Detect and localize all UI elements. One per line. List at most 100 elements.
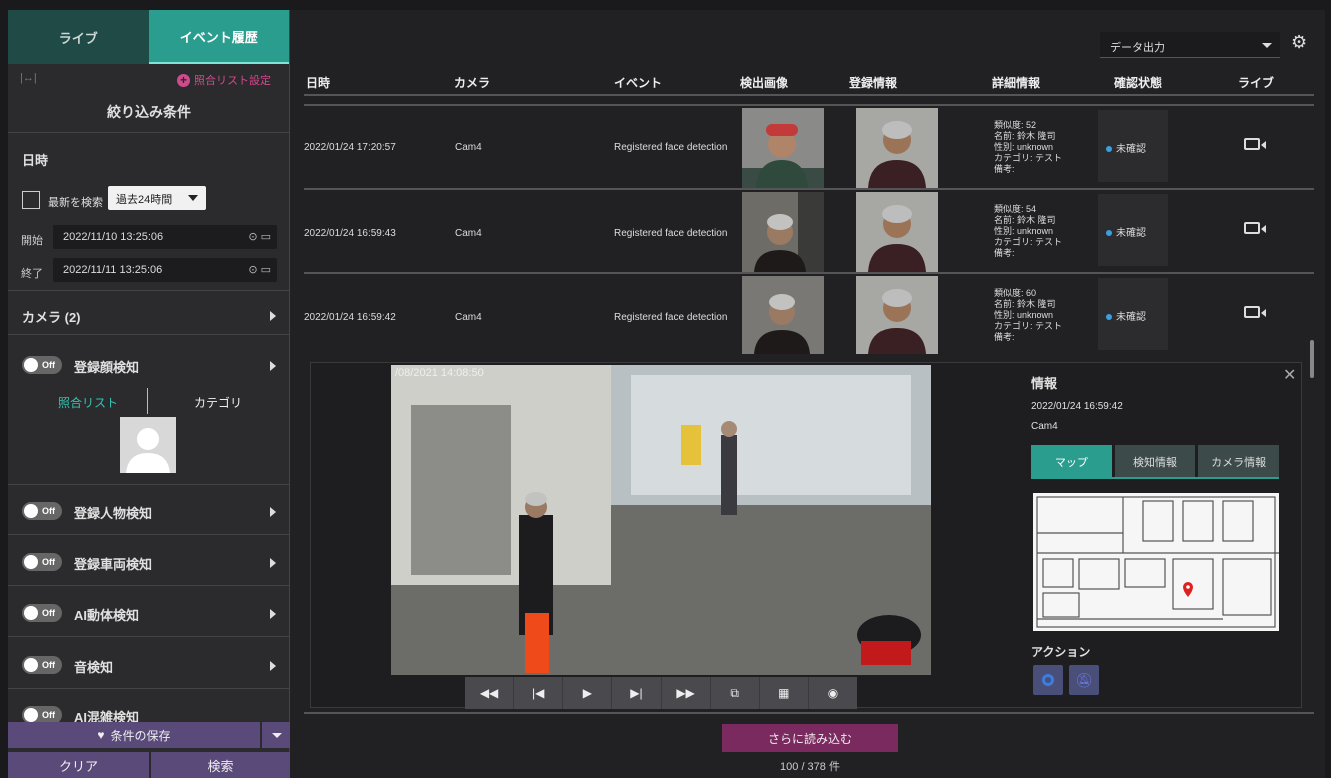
- match-list-setting-label: 照合リスト設定: [194, 75, 271, 87]
- start-datetime-field[interactable]: 2022/11/10 13:25:06 ⊙ ▭: [53, 225, 277, 249]
- chevron-right-icon: [270, 361, 276, 371]
- period-select[interactable]: 過去24時間: [108, 186, 206, 210]
- datetime-section-title: 日時: [22, 153, 49, 168]
- col-header-live: ライブ: [1238, 76, 1275, 90]
- row-event: Registered face detection: [614, 142, 728, 153]
- action-title: アクション: [1031, 645, 1091, 659]
- registered-face-thumbnail[interactable]: [856, 192, 938, 272]
- row-event: Registered face detection: [614, 228, 728, 239]
- divider: [147, 388, 148, 414]
- registered-face-thumbnail[interactable]: [856, 108, 938, 188]
- table-row[interactable]: 2022/01/24 17:20:57 Cam4 Registered face…: [304, 106, 1314, 190]
- chevron-right-icon: [270, 311, 276, 321]
- chevron-right-icon: [270, 558, 276, 568]
- detected-face-thumbnail[interactable]: [742, 108, 824, 188]
- rewind-icon[interactable]: ◀◀: [465, 677, 515, 709]
- data-output-select[interactable]: データ出力: [1100, 32, 1280, 58]
- floor-map[interactable]: [1033, 493, 1279, 631]
- person-detect-row[interactable]: Off 登録人物検知: [8, 486, 290, 536]
- person-detect-toggle[interactable]: Off: [22, 502, 62, 520]
- fast-forward-icon[interactable]: ▶▶: [662, 677, 711, 709]
- snapshot-camera-icon[interactable]: ◉: [809, 677, 857, 709]
- row-datetime: 2022/01/24 16:59:42: [304, 312, 396, 323]
- video-player[interactable]: /08/2021 14:08:50: [391, 365, 931, 675]
- end-datetime-field[interactable]: 2022/11/11 13:25:06 ⊙ ▭: [53, 258, 277, 282]
- vehicle-detect-toggle[interactable]: Off: [22, 553, 62, 571]
- status-dot-icon: [1106, 146, 1112, 152]
- close-icon[interactable]: ✕: [1283, 365, 1296, 385]
- film-clip-icon[interactable]: ▦: [760, 677, 809, 709]
- tab-detection-info[interactable]: 検知情報: [1114, 445, 1196, 479]
- external-link-icon[interactable]: ⧉: [711, 677, 760, 709]
- row-event: Registered face detection: [614, 312, 728, 323]
- face-detect-toggle[interactable]: Off: [22, 356, 62, 374]
- chevron-down-icon: [1262, 43, 1272, 48]
- save-conditions-button[interactable]: ♥ 条件の保存: [8, 722, 260, 748]
- chevron-right-icon: [270, 661, 276, 671]
- face-detect-row[interactable]: Off 登録顔検知: [8, 340, 290, 390]
- ai-crowd-row[interactable]: Off AI混雑検知: [8, 692, 290, 725]
- detected-face-thumbnail[interactable]: [742, 192, 824, 272]
- gear-icon[interactable]: ⚙: [1291, 32, 1307, 53]
- col-header-camera[interactable]: カメラ: [454, 74, 490, 91]
- table-row[interactable]: 2022/01/24 16:59:42 Cam4 Registered face…: [304, 274, 1314, 354]
- ai-motion-row[interactable]: Off AI動体検知: [8, 588, 290, 638]
- load-more-button[interactable]: さらに読み込む: [722, 724, 898, 752]
- video-camera-icon[interactable]: [1244, 222, 1266, 234]
- collapse-panel-icon[interactable]: |↔|: [20, 72, 37, 84]
- save-dropdown-button[interactable]: [261, 722, 290, 748]
- detected-face-thumbnail[interactable]: [742, 276, 824, 354]
- ai-motion-toggle[interactable]: Off: [22, 604, 62, 622]
- row-camera: Cam4: [455, 142, 482, 153]
- action-mute-button[interactable]: 🔕︎: [1069, 665, 1099, 695]
- tab-event-history[interactable]: イベント履歴: [148, 10, 289, 64]
- col-header-detected-image: 検出画像: [740, 76, 789, 90]
- skip-forward-icon[interactable]: ▶|: [612, 677, 662, 709]
- status-badge[interactable]: 未確認: [1098, 194, 1168, 266]
- start-label: 開始: [21, 235, 43, 247]
- status-badge[interactable]: 未確認: [1098, 110, 1168, 182]
- ai-motion-label: AI動体検知: [74, 608, 140, 623]
- chevron-right-icon: [270, 609, 276, 619]
- plus-icon: +: [177, 73, 190, 87]
- sound-detect-label: 音検知: [74, 660, 114, 675]
- skip-back-icon[interactable]: |◀: [514, 677, 564, 709]
- avatar-placeholder[interactable]: [120, 417, 176, 473]
- match-list-setting-button[interactable]: + 照合リスト設定: [177, 72, 271, 88]
- registered-face-thumbnail[interactable]: [856, 276, 938, 354]
- info-camera: Cam4: [1031, 421, 1058, 432]
- divider: [304, 712, 1314, 714]
- col-header-datetime[interactable]: 日時: [306, 74, 330, 91]
- latest-search-checkbox[interactable]: [22, 191, 40, 209]
- action-confirm-button[interactable]: [1033, 665, 1063, 695]
- tab-match-list[interactable]: 照合リスト: [58, 394, 118, 411]
- status-dot-icon: [1106, 230, 1112, 236]
- tab-category[interactable]: カテゴリ: [194, 394, 242, 411]
- divider: [8, 636, 290, 637]
- filter-title: 絞り込み条件: [107, 104, 191, 120]
- clock-calendar-icon[interactable]: ⊙ ▭: [248, 230, 271, 243]
- scrollbar[interactable]: [1310, 340, 1314, 378]
- video-camera-icon[interactable]: [1244, 138, 1266, 150]
- vehicle-detect-row[interactable]: Off 登録車両検知: [8, 537, 290, 587]
- tab-map[interactable]: マップ: [1031, 445, 1112, 479]
- col-header-event[interactable]: イベント: [614, 74, 662, 91]
- play-icon[interactable]: ▶: [563, 677, 613, 709]
- info-title: 情報: [1031, 376, 1058, 391]
- col-header-status[interactable]: 確認状態: [1114, 74, 1162, 91]
- status-dot-icon: [1106, 314, 1112, 320]
- clock-calendar-icon[interactable]: ⊙ ▭: [248, 263, 271, 276]
- status-badge[interactable]: 未確認: [1098, 278, 1168, 350]
- tab-live[interactable]: ライブ: [8, 10, 149, 64]
- info-tabs: マップ 検知情報 カメラ情報: [1031, 445, 1280, 479]
- sound-detect-row[interactable]: Off 音検知: [8, 640, 290, 690]
- table-row[interactable]: 2022/01/24 16:59:43 Cam4 Registered face…: [304, 190, 1314, 274]
- detail-info: 類似度: 60 名前: 鈴木 隆司 性別: unknown カテゴリ: テスト 備考:: [994, 288, 1063, 342]
- video-camera-icon[interactable]: [1244, 306, 1266, 318]
- sound-detect-toggle[interactable]: Off: [22, 656, 62, 674]
- search-button[interactable]: 検索: [151, 752, 290, 778]
- row-camera: Cam4: [455, 228, 482, 239]
- mode-tabs: ライブ イベント履歴: [8, 10, 289, 64]
- clear-button[interactable]: クリア: [8, 752, 149, 778]
- tab-camera-info[interactable]: カメラ情報: [1198, 445, 1280, 479]
